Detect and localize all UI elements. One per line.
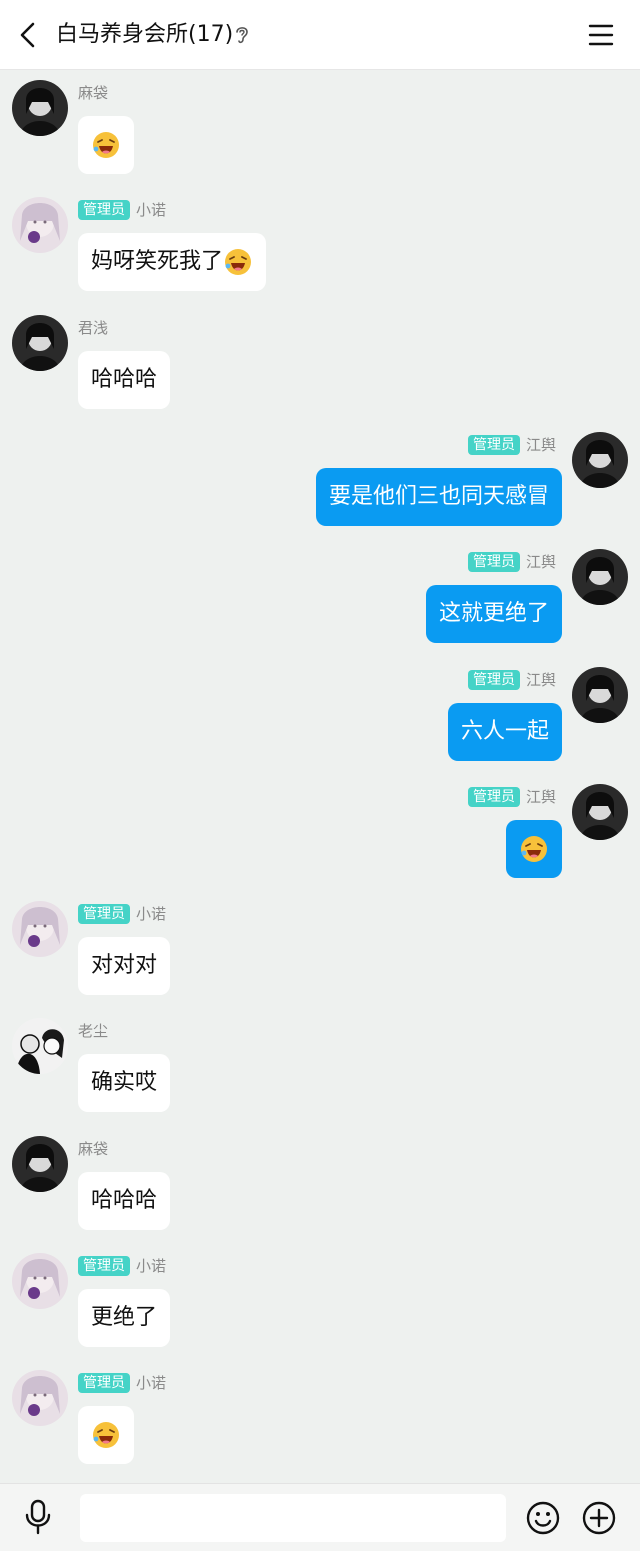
admin-badge: 管理员	[78, 200, 130, 221]
message-row: 管理员 小诺更绝了	[0, 1243, 640, 1353]
message-row: 管理员 江舆要是他们三也同天感冒	[0, 422, 640, 532]
avatar[interactable]	[572, 549, 628, 606]
message-text: 哈哈哈	[91, 366, 158, 392]
admin-badge: 管理员	[78, 1256, 130, 1276]
avatar[interactable]	[12, 314, 68, 371]
sender-name: 江舆	[525, 670, 556, 689]
message-bubble[interactable]: 妈呀笑死我了	[78, 233, 267, 292]
message-meta: 老尘	[78, 1020, 108, 1042]
message-bubble[interactable]: 六人一起	[447, 702, 562, 761]
message-text: 哈哈哈	[91, 1187, 158, 1213]
message-meta: 管理员 江舆	[467, 786, 556, 808]
message-bubble[interactable]: 哈哈哈	[78, 1171, 171, 1230]
sender-name: 小诺	[136, 201, 167, 220]
message-bubble[interactable]: 这就更绝了	[425, 585, 562, 644]
message-row: 管理员 小诺	[0, 1360, 640, 1470]
message-row: 麻袋哈哈哈	[0, 1126, 640, 1236]
message-row: 管理员 江舆六人一起	[0, 657, 640, 767]
avatar[interactable]	[12, 197, 68, 254]
message-meta: 管理员 小诺	[78, 1372, 166, 1394]
sender-name: 江舆	[525, 787, 556, 806]
message-row: 管理员 江舆这就更绝了	[0, 539, 640, 649]
sender-name: 麻袋	[78, 84, 109, 102]
message-text: 这就更绝了	[438, 601, 549, 627]
message-row: 麻袋	[0, 70, 640, 180]
avatar[interactable]	[12, 1018, 68, 1075]
message-row: 管理员 小诺对对对	[0, 891, 640, 1001]
message-bubble[interactable]: 哈哈哈	[78, 350, 171, 409]
message-meta: 麻袋	[78, 1138, 108, 1160]
message-bubble[interactable]: 要是他们三也同天感冒	[315, 467, 562, 526]
plus-icon[interactable]	[582, 1501, 616, 1535]
avatar[interactable]	[12, 1370, 68, 1427]
message-meta: 管理员 小诺	[78, 1255, 166, 1277]
smiley-icon[interactable]	[526, 1501, 560, 1535]
message-text: 妈呀笑死我了	[91, 249, 224, 275]
sender-name: 君浅	[78, 318, 109, 337]
sender-name: 江舆	[525, 553, 556, 572]
menu-icon[interactable]	[588, 22, 614, 48]
message-text: 对对对	[91, 953, 158, 979]
message-input[interactable]	[80, 1494, 506, 1542]
message-bubble[interactable]	[506, 819, 562, 878]
message-meta: 管理员 江舆	[467, 669, 556, 691]
message-row: 老尘确实哎	[0, 1008, 640, 1118]
message-bubble[interactable]: 对对对	[78, 937, 171, 996]
sender-name: 麻袋	[78, 1139, 109, 1158]
message-row: 君浅哈哈哈	[0, 305, 640, 415]
input-bar	[0, 1483, 640, 1551]
message-text: 六人一起	[460, 718, 549, 744]
ear-icon	[236, 27, 248, 44]
admin-badge: 管理员	[78, 1373, 130, 1394]
sender-name: 小诺	[136, 905, 167, 924]
group-title: 白马养身会所(17)	[56, 22, 234, 47]
avatar[interactable]	[572, 783, 628, 840]
avatar[interactable]	[572, 666, 628, 723]
sender-name: 小诺	[136, 1374, 167, 1393]
admin-badge: 管理员	[467, 552, 520, 573]
avatar[interactable]	[12, 80, 68, 136]
message-meta: 麻袋	[78, 82, 108, 104]
sender-name: 老尘	[78, 1022, 109, 1041]
avatar[interactable]	[12, 1253, 68, 1309]
message-meta: 管理员 江舆	[467, 551, 556, 573]
admin-badge: 管理员	[467, 669, 520, 690]
back-arrow-icon[interactable]	[14, 20, 42, 50]
sender-name: 江舆	[525, 435, 556, 454]
message-meta: 管理员 小诺	[78, 903, 166, 925]
laughing-emoji-icon	[93, 132, 119, 158]
message-text: 确实哎	[91, 1070, 158, 1096]
message-bubble[interactable]: 更绝了	[78, 1289, 171, 1347]
admin-badge: 管理员	[467, 786, 520, 807]
laughing-emoji-icon	[225, 249, 252, 276]
chat-header: 白马养身会所(17)	[0, 0, 640, 70]
laughing-emoji-icon	[93, 1422, 119, 1449]
avatar[interactable]	[12, 901, 68, 958]
admin-badge: 管理员	[78, 904, 130, 925]
message-row: 管理员 江舆	[0, 774, 640, 884]
microphone-icon[interactable]	[24, 1499, 52, 1535]
message-text: 更绝了	[91, 1305, 158, 1330]
admin-badge: 管理员	[467, 434, 520, 455]
message-bubble[interactable]	[78, 116, 134, 174]
message-meta: 管理员 小诺	[78, 199, 166, 221]
message-row: 管理员 小诺妈呀笑死我了	[0, 187, 640, 297]
laughing-emoji-icon	[521, 835, 547, 862]
message-meta: 管理员 江舆	[467, 434, 556, 456]
avatar[interactable]	[12, 1135, 68, 1192]
message-text: 要是他们三也同天感冒	[328, 483, 549, 509]
message-meta: 君浅	[78, 317, 108, 339]
message-bubble[interactable]	[78, 1406, 134, 1465]
sender-name: 小诺	[136, 1257, 167, 1275]
message-list[interactable]: 麻袋 管理员 小诺 妈呀笑死我了 君浅 哈哈哈 管理员 江舆 要是他们三也同天感冒 管理员 江舆 这就…	[0, 70, 640, 1483]
avatar[interactable]	[572, 431, 628, 488]
message-bubble[interactable]: 确实哎	[78, 1054, 171, 1113]
